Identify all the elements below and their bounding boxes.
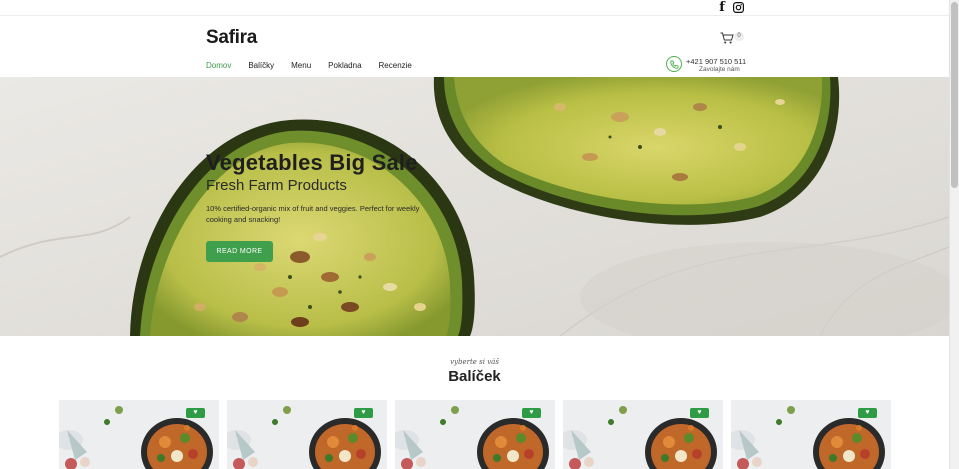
hero-subtitle: Fresh Farm Products xyxy=(206,177,347,194)
nav-item-menu[interactable]: Menu xyxy=(291,61,311,71)
hero-banner: Vegetables Big Sale Fresh Farm Products … xyxy=(0,77,949,336)
phone-number[interactable]: +421 907 510 511 xyxy=(686,57,746,66)
site-logo[interactable]: Safira xyxy=(206,27,257,49)
package-card[interactable]: ♥ xyxy=(395,400,555,469)
main-nav: Domov Balíčky Menu Pokladna Recenzie xyxy=(206,61,429,71)
heart-icon[interactable]: ♥ xyxy=(522,408,541,418)
heart-icon[interactable]: ♥ xyxy=(186,408,205,418)
scrollbar-thumb[interactable] xyxy=(951,2,958,188)
hero-title: Vegetables Big Sale xyxy=(206,150,418,175)
heart-icon[interactable]: ♥ xyxy=(690,408,709,418)
facebook-icon[interactable]: f xyxy=(717,1,727,14)
section-eyebrow: vyberte si váš xyxy=(450,358,499,366)
page-scrollbar[interactable] xyxy=(949,0,959,469)
heart-icon[interactable]: ♥ xyxy=(858,408,877,418)
hero-background-image xyxy=(0,77,949,336)
nav-item-recenzie[interactable]: Recenzie xyxy=(379,61,412,71)
cart-count-badge: 0 xyxy=(734,32,744,41)
package-card[interactable]: ♥ xyxy=(563,400,723,469)
site-header: Safira 0 Domov Balíčky Menu Pokladna Rec… xyxy=(0,16,949,77)
hero-description: 10% certified-organic mix of fruit and v… xyxy=(206,204,420,224)
phone-icon xyxy=(666,56,682,72)
heart-icon[interactable]: ♥ xyxy=(354,408,373,418)
nav-item-domov[interactable]: Domov xyxy=(206,61,231,71)
nav-item-balicky[interactable]: Balíčky xyxy=(248,61,274,71)
cart-icon[interactable] xyxy=(720,31,734,44)
section-title: Balíček xyxy=(448,368,501,385)
phone-label: Zavolajte nám xyxy=(699,66,740,73)
package-card[interactable]: ♥ xyxy=(731,400,891,469)
read-more-button[interactable]: READ MORE xyxy=(206,241,273,262)
package-card[interactable]: ♥ xyxy=(59,400,219,469)
nav-item-pokladna[interactable]: Pokladna xyxy=(328,61,361,71)
top-bar: f xyxy=(0,0,949,16)
instagram-icon[interactable] xyxy=(732,1,744,14)
package-card[interactable]: ♥ xyxy=(227,400,387,469)
